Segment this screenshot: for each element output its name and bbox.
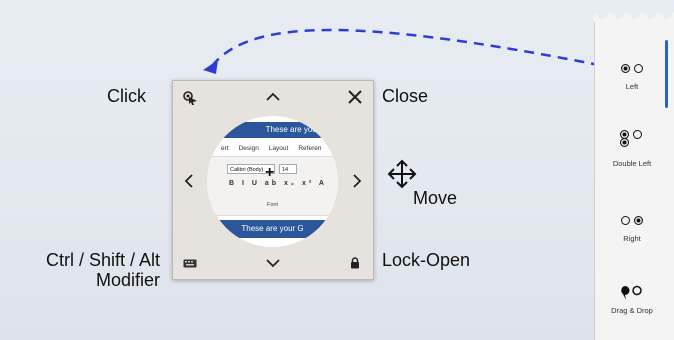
modifier-line-2: Modifier [95,270,160,290]
tool-label: Right [623,234,641,243]
lens-tab: Layout [268,145,289,152]
chevron-left-icon[interactable] [179,169,199,193]
modifier-annotation: Ctrl / Shift / Alt Modifier [10,250,160,290]
tool-label: Double Left [612,159,652,168]
tool-right-click[interactable]: Right [595,212,669,243]
drag-drop-icon [620,284,644,301]
tool-drag-drop[interactable]: Drag & Drop [595,284,669,315]
lens-tab: ert [221,145,229,152]
close-icon[interactable] [343,85,367,109]
lock-open-annotation: Lock-Open [382,250,471,270]
right-click-icon [620,212,644,229]
lens-font-group-label: Font [266,202,278,208]
lens-banner-top: These are your [207,122,338,138]
tool-left-click[interactable]: Left [595,60,669,91]
crosshair-icon: + [265,164,275,181]
chevron-down-icon[interactable] [261,251,285,275]
move-annotation: Move [413,188,458,208]
close-annotation: Close [382,86,429,106]
magnifier-lens: These are your ert Design Layout Referen… [207,116,338,247]
chevron-right-icon[interactable] [347,169,367,193]
chevron-up-icon[interactable] [261,85,285,109]
keyboard-icon[interactable] [179,253,201,273]
pointer-click-icon[interactable] [179,87,201,109]
double-left-click-icon [620,130,644,150]
lens-format-row: B I U ab x₂ x² A [229,180,327,187]
tool-label: Drag & Drop [611,306,653,315]
tool-double-left-click[interactable]: Double Left [595,130,669,168]
move-arrows-icon [387,159,417,189]
lens-ribbon-tabs: ert Design Layout Referen [207,145,338,152]
tool-label: Left [625,82,639,91]
modifier-line-1: Ctrl / Shift / Alt [45,250,160,270]
click-annotation: Click [107,86,146,106]
lens-tab: Design [238,145,259,152]
lens-banner-bottom: These are your G [207,220,338,238]
lens-font-size: 14 [279,164,297,174]
magnifier-panel[interactable]: These are your ert Design Layout Referen… [172,80,374,280]
left-click-icon [620,60,644,77]
lock-icon[interactable] [345,253,365,273]
lens-tab: Referen [298,145,322,152]
click-tool-strip: Left Double Left Right Drag & Drop [594,22,674,340]
